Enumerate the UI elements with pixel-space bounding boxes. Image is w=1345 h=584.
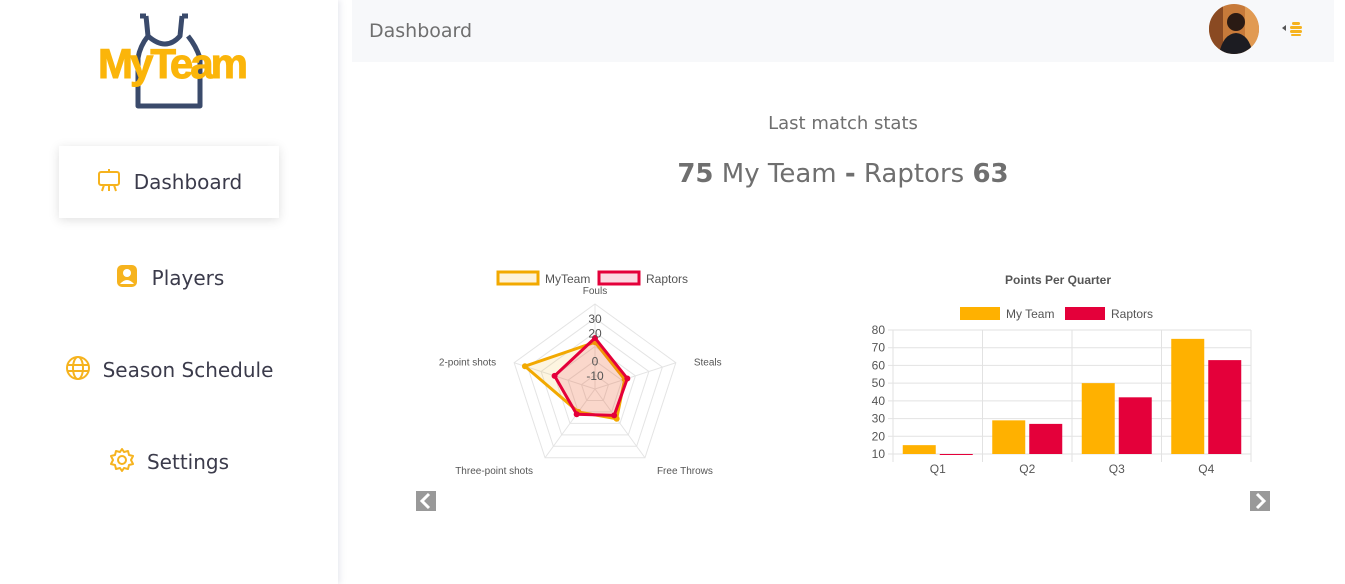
y-tick-label: 80 bbox=[872, 323, 886, 337]
radar-point bbox=[551, 372, 558, 379]
sidebar-item-label: Dashboard bbox=[133, 170, 243, 194]
legend-swatch bbox=[597, 270, 641, 286]
radar-tick-label: 20 bbox=[588, 326, 602, 340]
chart-title: Points Per Quarter bbox=[1005, 273, 1111, 287]
legend-label: Raptors bbox=[1111, 307, 1153, 321]
header-bar: Dashboard bbox=[352, 0, 1334, 62]
radar-tick-label: -10 bbox=[586, 369, 604, 383]
radar-point bbox=[624, 375, 631, 382]
player-badge-icon bbox=[114, 263, 140, 294]
bar bbox=[1171, 338, 1205, 454]
sidebar-item-season-schedule[interactable]: Season Schedule bbox=[59, 334, 279, 406]
legend-label: Raptors bbox=[646, 272, 688, 286]
bar bbox=[902, 445, 936, 454]
radar-tick-label: 30 bbox=[588, 312, 602, 326]
globe-icon bbox=[65, 355, 91, 386]
x-tick-label: Q3 bbox=[1109, 462, 1125, 476]
bar bbox=[1118, 397, 1152, 454]
home-score: 75 bbox=[677, 159, 714, 189]
chevron-right-icon bbox=[1255, 492, 1267, 510]
easel-icon bbox=[96, 167, 122, 198]
y-tick-label: 40 bbox=[872, 394, 886, 408]
page-title: Dashboard bbox=[369, 20, 473, 42]
y-tick-label: 20 bbox=[872, 429, 886, 443]
radar-axis-label: Three-point shots bbox=[455, 466, 533, 477]
radar-point bbox=[611, 412, 618, 419]
logo-text: MyTeam bbox=[98, 40, 246, 87]
radar-chart: MyTeam Raptors 3020 0-10 Fouls Steals Free Thr… bbox=[439, 270, 722, 477]
score-separator: - bbox=[844, 159, 856, 189]
radar-axis-label: Free Throws bbox=[657, 466, 713, 477]
sidebar: MyTeam Dashboard Players Season Schedule… bbox=[0, 0, 338, 584]
bar bbox=[1081, 383, 1115, 454]
legend-swatch bbox=[496, 270, 540, 286]
x-tick-label: Q4 bbox=[1198, 462, 1214, 476]
sidebar-item-players[interactable]: Players bbox=[59, 242, 279, 314]
avatar[interactable] bbox=[1209, 4, 1259, 54]
stats-title: Last match stats bbox=[768, 113, 918, 134]
sidebar-item-label: Settings bbox=[146, 450, 230, 474]
radar-axis-label: Fouls bbox=[583, 286, 607, 297]
y-tick-label: 60 bbox=[872, 358, 886, 372]
x-tick-label: Q2 bbox=[1019, 462, 1035, 476]
radar-tick-label: 0 bbox=[592, 355, 599, 369]
chevron-left-icon bbox=[419, 492, 431, 510]
bar bbox=[939, 454, 973, 455]
menu-toggle-button[interactable] bbox=[1280, 16, 1304, 40]
match-score: 75 My Team - Raptors 63 bbox=[352, 159, 1334, 189]
y-tick-label: 10 bbox=[872, 447, 886, 461]
bar-chart: Points Per Quarter My Team Raptors 80 70 60 50… bbox=[872, 273, 1252, 476]
next-chart-button[interactable] bbox=[1250, 491, 1270, 511]
bar bbox=[1029, 423, 1063, 454]
myteam-logo[interactable]: MyTeam bbox=[96, 12, 249, 112]
sidebar-item-label: Players bbox=[151, 266, 225, 290]
legend-swatch bbox=[1065, 307, 1105, 320]
legend-swatch bbox=[960, 307, 1000, 320]
away-score: 63 bbox=[972, 159, 1009, 189]
y-tick-label: 70 bbox=[872, 341, 886, 355]
home-team: My Team bbox=[721, 159, 837, 189]
sidebar-item-dashboard[interactable]: Dashboard bbox=[59, 146, 279, 218]
y-tick-label: 50 bbox=[872, 376, 886, 390]
sidebar-item-settings[interactable]: Settings bbox=[59, 426, 279, 498]
radar-axis-label: Steals bbox=[694, 358, 722, 369]
radar-point bbox=[573, 411, 580, 418]
x-tick-label: Q1 bbox=[930, 462, 946, 476]
radar-axis-label: 2-point shots bbox=[439, 358, 496, 369]
sidebar-item-label: Season Schedule bbox=[102, 358, 274, 382]
previous-chart-button[interactable] bbox=[416, 491, 436, 511]
hand-menu-icon bbox=[1282, 22, 1302, 36]
away-team: Raptors bbox=[863, 159, 965, 189]
legend-label: My Team bbox=[1006, 307, 1054, 321]
y-tick-label: 30 bbox=[872, 412, 886, 426]
gear-icon bbox=[109, 447, 135, 478]
bar bbox=[1208, 360, 1242, 454]
bar bbox=[992, 420, 1026, 454]
legend-label: MyTeam bbox=[545, 272, 590, 286]
radar-point bbox=[521, 363, 528, 370]
